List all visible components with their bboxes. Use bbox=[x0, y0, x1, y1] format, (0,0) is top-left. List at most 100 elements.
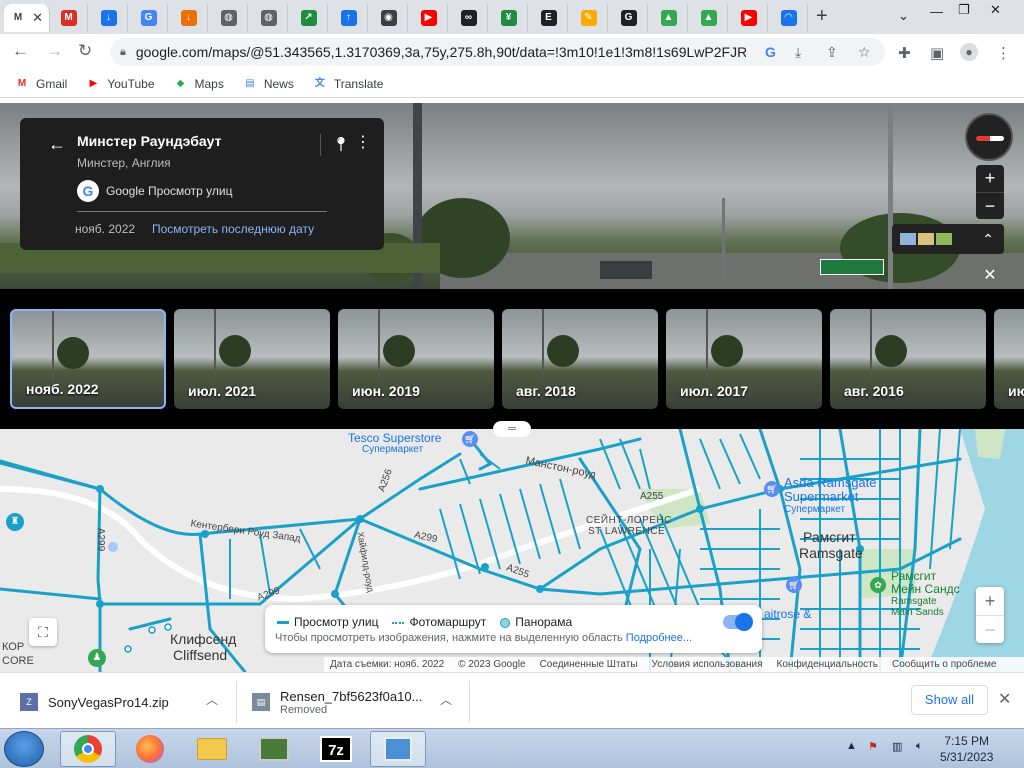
taskbar-firefox[interactable] bbox=[122, 731, 178, 767]
layer-thumbnails[interactable]: ⌃ bbox=[892, 224, 1004, 254]
system-clock[interactable]: 7:15 PM 5/31/2023 bbox=[940, 733, 993, 765]
tab-search-icon[interactable]: ⌄ bbox=[898, 8, 909, 24]
park-pin-icon[interactable]: ✿ bbox=[870, 577, 886, 593]
thumbnail-sky[interactable] bbox=[900, 233, 916, 245]
learn-more-link[interactable]: Подробнее... bbox=[626, 632, 692, 644]
browser-tab[interactable]: ▶ bbox=[410, 4, 448, 32]
tab-active[interactable]: M ✕ bbox=[4, 4, 50, 32]
download-item[interactable]: ▤ Rensen_7bf5623f0a10... Removed bbox=[252, 685, 422, 719]
minimize-button[interactable]: — bbox=[930, 4, 943, 19]
bookmark-maps[interactable]: ◆ Maps bbox=[173, 76, 224, 92]
new-tab-button[interactable]: + bbox=[816, 5, 828, 28]
side-panel-icon[interactable]: ▣ bbox=[930, 44, 944, 62]
asda-pin-icon[interactable]: 🛒︎ bbox=[764, 481, 780, 497]
share-icon[interactable]: ⇪ bbox=[826, 44, 838, 61]
network-icon[interactable]: ▥ bbox=[892, 740, 902, 753]
map-label-tesco[interactable]: Tesco Superstore bbox=[348, 431, 441, 445]
taskbar-control-panel[interactable] bbox=[370, 731, 426, 767]
restore-button[interactable]: ❐ bbox=[958, 2, 970, 18]
more-options-icon[interactable]: ⋮ bbox=[355, 132, 371, 152]
browser-tab[interactable]: ◠ bbox=[770, 4, 808, 32]
compass-icon[interactable] bbox=[965, 113, 1013, 161]
show-hidden-icons[interactable]: ▲ bbox=[846, 740, 857, 752]
show-all-button[interactable]: Show all bbox=[911, 685, 988, 715]
browser-tab[interactable]: ✎ bbox=[570, 4, 608, 32]
download-options-chevron[interactable]: ︿ bbox=[206, 691, 218, 708]
lock-icon[interactable]: 🔒︎ bbox=[120, 46, 126, 59]
attribution-item[interactable]: Конфиденциальность bbox=[777, 659, 878, 670]
map-label-asda[interactable]: Asda Ramsgate bbox=[784, 475, 877, 490]
bookmark-gmail[interactable]: M Gmail bbox=[14, 76, 68, 92]
close-timeline-icon[interactable]: ✕ bbox=[976, 263, 1004, 289]
profile-avatar-icon[interactable]: ● bbox=[960, 43, 978, 61]
browser-tab[interactable]: ↑ bbox=[330, 4, 368, 32]
close-tab-icon[interactable]: ✕ bbox=[32, 10, 43, 26]
reload-button[interactable]: ↻ bbox=[78, 41, 92, 61]
timeline-thumbnail[interactable]: авг. 2016 bbox=[830, 309, 986, 409]
map-zoom-out-button[interactable]: − bbox=[976, 615, 1004, 643]
expand-map-button[interactable]: ⛶ bbox=[29, 618, 57, 646]
taskbar-7zip[interactable]: 7z bbox=[308, 731, 364, 767]
zoom-out-button[interactable]: − bbox=[976, 192, 1004, 219]
map-label-sands-2[interactable]: Мейн Сандс bbox=[891, 582, 960, 596]
action-center-icon[interactable]: ⚑ bbox=[868, 740, 878, 753]
map-zoom-in-button[interactable]: + bbox=[976, 587, 1004, 615]
forward-button[interactable]: → bbox=[46, 41, 63, 61]
download-options-chevron[interactable]: ︿ bbox=[440, 691, 452, 708]
install-icon[interactable]: ⤓ bbox=[795, 44, 801, 61]
map-view[interactable]: 🛒︎ 🛒︎ 🛒︎ ✿ ♜ ♟ Tesco Superstore Супермар… bbox=[0, 429, 1024, 672]
browser-tab[interactable]: ◍ bbox=[250, 4, 288, 32]
close-window-button[interactable]: ✕ bbox=[990, 2, 1001, 18]
expand-chevron-icon[interactable]: ⌃ bbox=[982, 231, 994, 248]
browser-tab[interactable]: M bbox=[50, 4, 88, 32]
download-name[interactable]: Rensen_7bf5623f0a10... bbox=[280, 689, 422, 704]
timeline-thumbnail[interactable]: авг. 2018 bbox=[502, 309, 658, 409]
attribution-item[interactable]: Условия использования bbox=[652, 659, 763, 670]
streetview-layer-toggle[interactable] bbox=[723, 613, 753, 631]
map-label-waitrose[interactable]: aitrose & bbox=[764, 607, 811, 621]
thumbnail-grass[interactable] bbox=[936, 233, 952, 245]
timeline-thumbnail[interactable]: июн. 2019 bbox=[338, 309, 494, 409]
landmark-pin-icon[interactable]: ♜ bbox=[6, 513, 24, 531]
browser-tab[interactable]: G bbox=[130, 4, 168, 32]
timeline-thumbnail[interactable]: июл. 2017 bbox=[666, 309, 822, 409]
thumbnail-sand[interactable] bbox=[918, 233, 934, 245]
browser-tab[interactable]: ◉ bbox=[370, 4, 408, 32]
tesco-pin-icon[interactable]: 🛒︎ bbox=[462, 431, 478, 447]
browser-tab[interactable]: ▶ bbox=[730, 4, 768, 32]
map-label-asda-2[interactable]: Supermarket bbox=[784, 489, 858, 504]
url-text[interactable]: google.com/maps/@51.343565,1.3170369,3a,… bbox=[136, 44, 746, 60]
back-button[interactable]: ← bbox=[12, 41, 29, 61]
browser-tab[interactable]: ↓ bbox=[170, 4, 208, 32]
start-button[interactable] bbox=[4, 731, 44, 767]
bookmark-star-icon[interactable]: ☆ bbox=[858, 44, 871, 61]
timeline-thumbnail[interactable]: июл. 2021 bbox=[174, 309, 330, 409]
browser-tab[interactable]: ∞ bbox=[450, 4, 488, 32]
taskbar-chrome[interactable] bbox=[60, 731, 116, 767]
extensions-icon[interactable]: ✚ bbox=[898, 44, 911, 62]
download-item[interactable]: Z SonyVegasPro14.zip bbox=[20, 685, 169, 719]
waitrose-pin-icon[interactable]: 🛒︎ bbox=[786, 577, 802, 593]
map-label-sands[interactable]: Рамсгит bbox=[891, 569, 936, 583]
timeline-thumbnail[interactable]: ию bbox=[994, 309, 1024, 409]
taskbar-app[interactable] bbox=[246, 731, 302, 767]
browser-tab[interactable]: ↗ bbox=[290, 4, 328, 32]
map-pin-icon[interactable]: 📍︎ bbox=[332, 136, 350, 153]
browser-tab[interactable]: ¥ bbox=[490, 4, 528, 32]
resize-handle[interactable]: ═ bbox=[493, 421, 531, 437]
address-bar[interactable]: 🔒︎ google.com/maps/@51.343565,1.3170369,… bbox=[110, 38, 885, 66]
browser-tab[interactable]: ▲ bbox=[690, 4, 728, 32]
streetview-panorama[interactable]: ← Минстер Раундэбаут Минстер, Англия 📍︎ … bbox=[0, 103, 1024, 289]
menu-icon[interactable]: ⋮ bbox=[996, 44, 1011, 62]
close-downloads-icon[interactable]: ✕ bbox=[998, 689, 1011, 709]
browser-tab[interactable]: ↓ bbox=[90, 4, 128, 32]
volume-icon[interactable]: 🔈︎ bbox=[916, 740, 923, 753]
download-name[interactable]: SonyVegasPro14.zip bbox=[48, 695, 169, 710]
browser-tab[interactable]: E bbox=[530, 4, 568, 32]
browser-tab[interactable]: ▲ bbox=[650, 4, 688, 32]
attribution-item[interactable]: Сообщить о проблеме bbox=[892, 659, 996, 670]
bookmark-translate[interactable]: 文 Translate bbox=[312, 76, 384, 92]
timeline-thumbnail[interactable]: нояб. 2022 bbox=[10, 309, 166, 409]
zoom-in-button[interactable]: + bbox=[976, 165, 1004, 192]
browser-tab[interactable]: ◍ bbox=[210, 4, 248, 32]
